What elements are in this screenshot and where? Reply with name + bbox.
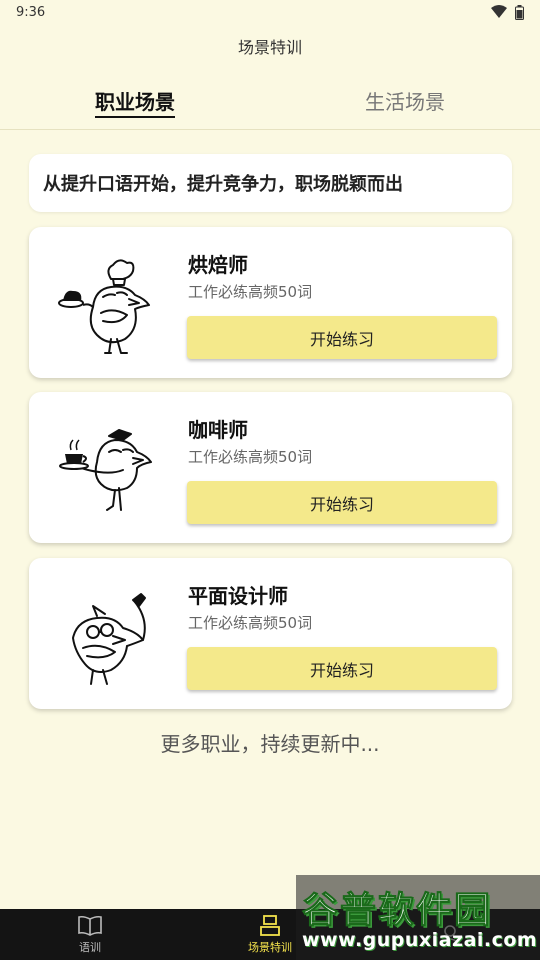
status-time: 9:36 [16,4,46,20]
scenario-tabs: 职业场景 生活场景 [0,78,540,130]
nav-label: 场景特训 [248,940,292,954]
career-card-barista[interactable]: 咖啡师 工作必练高频50词 开始练习 [29,392,512,543]
start-practice-button[interactable]: 开始练习 [187,316,497,359]
career-title: 烘焙师 [188,253,248,277]
scenario-icon [260,914,280,936]
career-subtitle: 工作必练高频50词 [188,448,313,466]
tab-label: 生活场景 [365,90,445,114]
career-card-graphic-designer[interactable]: 平面设计师 工作必练高频50词 开始练习 [29,558,512,709]
battery-icon [515,4,524,20]
tab-life-scenarios[interactable]: 生活场景 [270,78,540,129]
book-icon [78,915,102,936]
watermark-name: 谷普软件园 [301,890,493,932]
tab-label: 职业场景 [95,90,175,118]
watermark-url: www.gupuxiazai.com [302,929,538,951]
nav-item-language-training[interactable]: 语训 [0,909,180,960]
headline-banner: 从提升口语开始，提升竞争力，职场脱颖而出 [29,154,512,212]
career-card-baker[interactable]: 烘焙师 工作必练高频50词 开始练习 [29,227,512,378]
career-title: 平面设计师 [188,584,288,608]
wifi-icon [491,5,507,18]
baker-bird-illustration [58,259,150,354]
site-watermark: 谷普软件园 www.gupuxiazai.com [296,875,540,960]
status-icons [491,4,524,20]
more-careers-note: 更多职业，持续更新中... [160,732,380,756]
page-title: 场景特训 [237,38,302,57]
tab-career-scenarios[interactable]: 职业场景 [0,78,270,129]
career-subtitle: 工作必练高频50词 [188,614,313,632]
status-bar: 9:36 [0,0,540,24]
career-subtitle: 工作必练高频50词 [188,283,313,301]
barista-bird-illustration [59,429,152,511]
start-practice-button[interactable]: 开始练习 [187,481,497,524]
nav-label: 语训 [79,940,101,954]
designer-bird-illustration [72,593,146,685]
start-practice-button[interactable]: 开始练习 [187,647,497,690]
career-title: 咖啡师 [188,418,248,442]
